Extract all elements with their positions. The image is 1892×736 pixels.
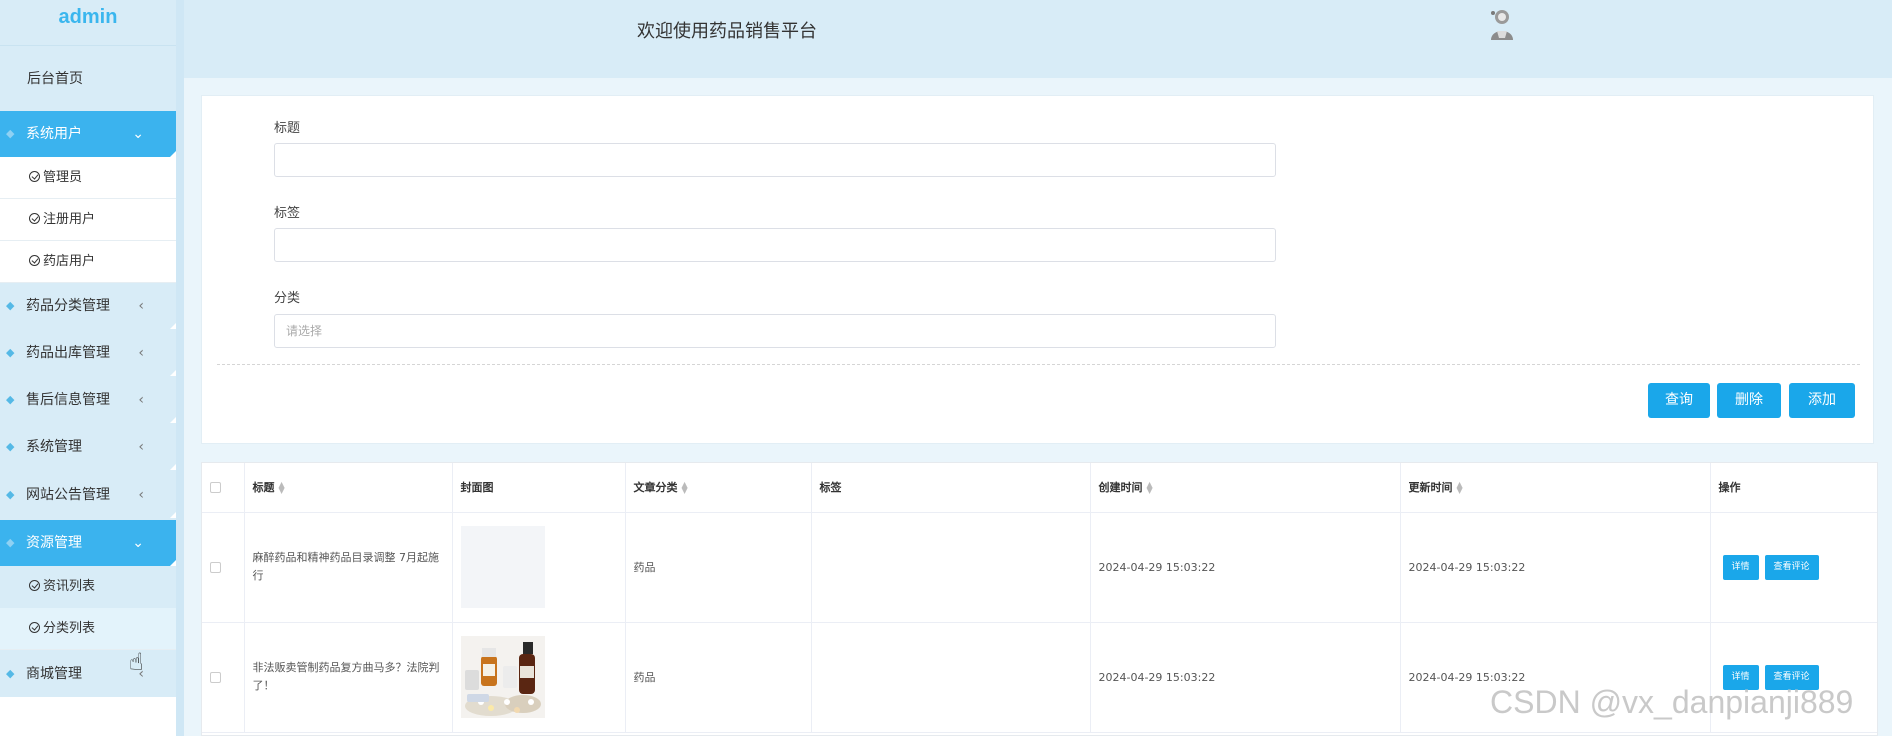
search-form-card: 标题 标签 分类 请选择 查询 删除 添加 [201,95,1874,444]
query-button[interactable]: 查询 [1648,383,1710,418]
menu-group-label: 商城管理 [26,666,82,682]
menu-group-label: 售后信息管理 [26,392,110,408]
check-circle-icon [29,622,40,633]
menu-group-drug-category[interactable]: ◆ 药品分类管理 ‹ [0,283,176,329]
menu-item-news-list[interactable]: 资讯列表 [0,566,176,608]
menu-item-label: 资讯列表 [43,579,96,594]
sort-icon[interactable]: ▲ ▼ [1457,481,1463,495]
menu-item-label: 药店用户 [43,254,96,269]
sidebar: admin 后台首页 ◆ 系统用户 ⌄ 管理员 注册用户 药店用户 ◆ 药品分类… [0,0,176,736]
detail-button[interactable]: 详情 [1722,554,1759,580]
pointer-hand-icon: ☝ [129,648,144,676]
menu-item-label: 分类列表 [43,621,96,636]
column-header-updated[interactable]: 更新时间 ▲ ▼ [1400,463,1711,513]
diamond-icon: ◆ [6,536,15,549]
cover-image-placeholder [460,526,545,608]
welcome-title: 欢迎使用药品销售平台 [637,21,817,42]
diamond-icon: ◆ [6,299,15,312]
brand-logo: admin [0,0,176,46]
column-header-title[interactable]: 标题 ▲ ▼ [244,463,453,513]
diamond-icon: ◆ [6,440,15,453]
check-circle-icon [29,255,40,266]
chevron-down-icon: ⌄ [132,126,144,142]
table-row: 麻醉药品和精神药品目录调整 7月起施行 药品 2024-04-29 15:03:… [202,512,1877,623]
menu-group-after-sales[interactable]: ◆ 售后信息管理 ‹ [0,377,176,423]
view-comments-button[interactable]: 查看评论 [1764,554,1819,580]
cell-title: 非法贩卖管制药品复方曲马多？法院判了！ [244,622,453,733]
cell-tag [811,512,1091,623]
sort-icon[interactable]: ▲ ▼ [682,481,688,495]
cell-created: 2024-04-29 15:03:22 [1090,622,1401,733]
sidebar-divider [176,0,184,736]
menu-group-label: 资源管理 [26,535,82,551]
cell-category: 药品 [625,622,812,733]
cell-tag [811,622,1091,733]
cell-title: 麻醉药品和精神药品目录调整 7月起施行 [244,512,453,623]
cover-image [460,636,545,718]
title-field-label: 标题 [274,121,301,136]
chevron-left-icon: ‹ [138,345,144,361]
menu-item-registered-users[interactable]: 注册用户 [0,199,176,241]
row-checkbox[interactable] [210,562,221,573]
check-circle-icon [29,213,40,224]
chevron-left-icon: ‹ [138,487,144,503]
menu-group-resources[interactable]: ◆ 资源管理 ⌄ [0,520,176,566]
table-header-row: 标题 ▲ ▼ 封面图 文章分类 ▲ ▼ 标签 创建时间 ▲ ▼ 更新时间 ▲ ▼ 操作 [202,463,1877,513]
chevron-left-icon: ‹ [138,298,144,314]
select-all-checkbox[interactable] [210,482,221,494]
sort-icon[interactable]: ▲ ▼ [1147,481,1153,495]
cell-created: 2024-04-29 15:03:22 [1090,512,1401,623]
category-field-label: 分类 [274,291,301,306]
diamond-icon: ◆ [6,393,15,406]
cell-updated: 2024-04-29 15:03:22 [1400,512,1711,623]
medicine-bottles-image [460,636,545,718]
menu-group-label: 系统管理 [26,439,82,455]
top-header: 欢迎使用药品销售平台 [184,0,1892,78]
menu-item-home[interactable]: 后台首页 [0,60,176,98]
diamond-icon: ◆ [6,488,15,501]
chevron-left-icon: ‹ [138,392,144,408]
diamond-icon: ◆ [6,127,15,140]
menu-item-admin[interactable]: 管理员 [0,157,176,199]
menu-group-label: 网站公告管理 [26,487,110,503]
menu-group-label: 系统用户 [26,126,82,142]
tag-field-label: 标签 [274,206,301,221]
menu-item-category-list[interactable]: 分类列表 [0,608,176,650]
column-header-category[interactable]: 文章分类 ▲ ▼ [625,463,812,513]
watermark: CSDN @vx_danpianji889 [1490,684,1854,720]
menu-group-system-users[interactable]: ◆ 系统用户 ⌄ [0,111,176,157]
check-circle-icon [29,171,40,182]
menu-group-mall[interactable]: ◆ 商城管理 ‹ [0,651,176,697]
menu-group-announcements[interactable]: ◆ 网站公告管理 ‹ [0,472,176,518]
column-header-tag: 标签 [811,463,1091,513]
row-checkbox[interactable] [210,672,221,683]
delete-button[interactable]: 删除 [1717,383,1781,418]
column-header-actions: 操作 [1710,463,1877,513]
menu-group-label: 药品分类管理 [26,298,110,314]
column-header-created[interactable]: 创建时间 ▲ ▼ [1090,463,1401,513]
menu-group-label: 药品出库管理 [26,345,110,361]
menu-item-label: 管理员 [43,170,83,185]
chevron-down-icon: ⌄ [132,535,144,551]
user-avatar[interactable] [1487,7,1517,41]
tag-input[interactable] [274,228,1276,262]
menu-item-label: 注册用户 [43,212,96,227]
menu-group-drug-outbound[interactable]: ◆ 药品出库管理 ‹ [0,330,176,376]
form-divider [217,364,1860,365]
cell-category: 药品 [625,512,812,623]
add-button[interactable]: 添加 [1789,383,1855,418]
chevron-left-icon: ‹ [138,439,144,455]
sort-icon[interactable]: ▲ ▼ [279,481,285,495]
diamond-icon: ◆ [6,667,15,680]
title-input[interactable] [274,143,1276,177]
check-circle-icon [29,580,40,591]
menu-item-pharmacy-users[interactable]: 药店用户 [0,241,176,283]
column-header-cover: 封面图 [452,463,626,513]
category-select[interactable]: 请选择 [274,314,1276,348]
diamond-icon: ◆ [6,346,15,359]
menu-group-system-management[interactable]: ◆ 系统管理 ‹ [0,424,176,470]
sidebar-footer [0,697,176,736]
